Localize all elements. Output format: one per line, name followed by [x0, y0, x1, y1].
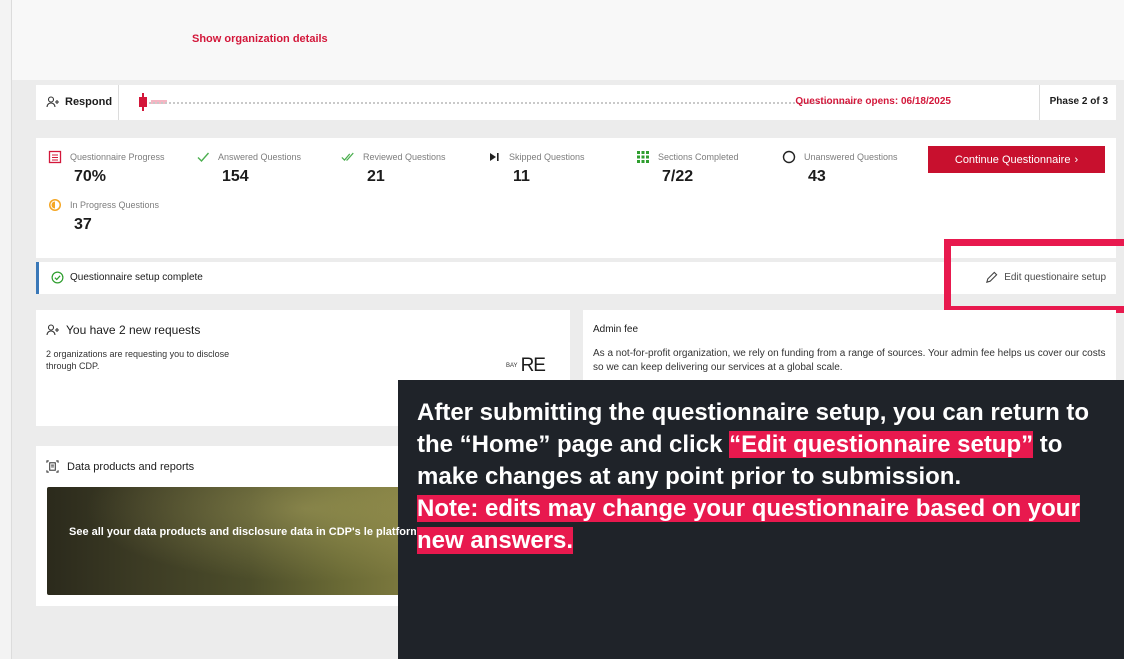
respond-label: Respond: [65, 96, 113, 108]
admin-fee-title: Admin fee: [593, 324, 639, 335]
timeline-dots: [149, 102, 859, 104]
continue-questionnaire-button[interactable]: Continue Questionnaire ›: [928, 146, 1105, 173]
setup-status-label: Questionnaire setup complete: [70, 272, 203, 283]
stat-unanswered-questions: Unanswered Questions 43: [782, 150, 898, 186]
data-products-title-label: Data products and reports: [67, 460, 195, 473]
instruction-callout: After submitting the questionnaire setup…: [398, 380, 1124, 659]
logo-small-text: BAY: [506, 363, 518, 369]
skip-icon: [490, 153, 499, 161]
stat-label: Questionnaire Progress: [70, 152, 165, 162]
stat-value: 70%: [74, 168, 107, 185]
banner-text: See all your data products and disclosur…: [69, 526, 416, 538]
respond-step[interactable]: Respond: [46, 96, 112, 108]
data-products-banner[interactable]: See all your data products and disclosur…: [47, 487, 416, 595]
stat-value: 43: [808, 168, 826, 185]
requests-title-label: You have 2 new requests: [66, 323, 201, 337]
chevron-right-icon: ›: [1074, 153, 1079, 166]
timeline-current-marker: [139, 93, 147, 111]
left-panel-strip: [0, 0, 12, 659]
check-icon: [197, 152, 210, 163]
stat-answered-questions: Answered Questions 154: [196, 150, 301, 186]
callout-note: Note: edits may change your questionnair…: [417, 495, 1080, 554]
double-check-icon: [341, 152, 354, 161]
stat-questionnaire-progress: Questionnaire Progress 70%: [48, 150, 165, 186]
continue-questionnaire-label: Continue Questionnaire: [954, 153, 1071, 166]
callout-text: After submitting the questionnaire setup…: [417, 397, 1124, 557]
phase-indicator: Phase 2 of 3: [1049, 96, 1108, 107]
stat-value: 7/22: [662, 168, 694, 185]
requests-text: 2 organizations are requesting you to di…: [46, 349, 230, 371]
organization-header: Show organization details: [12, 0, 1124, 80]
setup-status: Questionnaire setup complete: [51, 271, 203, 284]
stat-reviewed-questions: Reviewed Questions 21: [341, 150, 446, 186]
stat-skipped-questions: Skipped Questions 11: [487, 150, 585, 186]
stat-sections-completed: Sections Completed 7/22: [636, 150, 739, 186]
stat-value: 21: [367, 168, 385, 185]
callout-highlight-edit-setup: “Edit questionnaire setup”: [729, 431, 1034, 458]
stat-label: Sections Completed: [658, 152, 739, 162]
grid-icon: [637, 151, 649, 163]
logo-big-text: RE: [520, 355, 546, 376]
user-add-icon: [46, 324, 59, 336]
stat-value: 11: [513, 168, 530, 185]
data-products-card: Data products and reports See all your d…: [36, 446, 416, 606]
stat-label: Answered Questions: [218, 152, 302, 162]
stat-value: 37: [74, 216, 92, 233]
check-circle-icon: [51, 271, 64, 284]
report-icon: [46, 460, 59, 473]
half-circle-icon: [49, 199, 61, 211]
questionnaire-opens-date: Questionnaire opens: 06/18/2025: [795, 96, 951, 107]
data-products-title: Data products and reports: [46, 460, 194, 473]
stat-in-progress-questions: In Progress Questions 37: [48, 198, 159, 234]
admin-fee-text: As a not-for-profit organization, we rel…: [593, 348, 1106, 373]
requester-logo: BAY RE: [506, 355, 546, 377]
stat-value: 154: [222, 168, 249, 185]
stat-label: Unanswered Questions: [804, 152, 898, 162]
timeline-track: Questionnaire opens: 06/18/2025: [118, 85, 1040, 120]
requests-title: You have 2 new requests: [46, 323, 200, 337]
edit-setup-highlight-box: [944, 239, 1124, 313]
circle-icon: [782, 150, 796, 164]
user-add-icon: [46, 96, 59, 108]
stat-label: In Progress Questions: [70, 200, 160, 210]
stat-label: Reviewed Questions: [363, 152, 446, 162]
stat-label: Skipped Questions: [509, 152, 585, 162]
timeline-bar: Respond Questionnaire opens: 06/18/2025 …: [36, 85, 1116, 120]
show-organization-details-link[interactable]: Show organization details: [192, 33, 328, 45]
list-icon: [48, 150, 62, 164]
